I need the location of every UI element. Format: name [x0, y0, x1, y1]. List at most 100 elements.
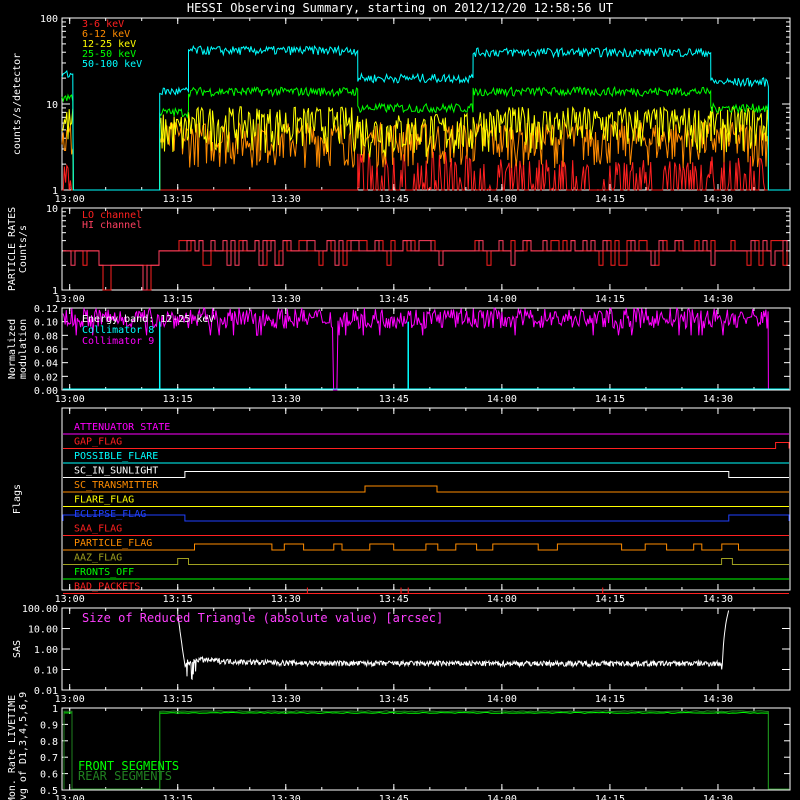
hessi-summary-plot: HESSI Observing Summary, starting on 201…: [0, 0, 800, 800]
livetime-x-tick-label: 14:00: [487, 794, 517, 800]
livetime-y-tick-label: 0.5: [40, 786, 58, 797]
particle-rates-x-tick-label: 13:30: [271, 294, 301, 305]
flags-y-label: Flags: [12, 484, 23, 514]
sas-y-tick-label: 0.10: [34, 666, 58, 677]
flags-label: ECLIPSE_FLAG: [74, 509, 146, 520]
particle-rates-y-label: Counts/s: [18, 225, 29, 273]
count-rates-x-tick-label: 14:00: [487, 194, 517, 205]
modulation-x-tick-label: 14:30: [703, 394, 733, 405]
flags-series-3: [63, 471, 789, 478]
flags-x-tick-label: 13:30: [271, 594, 301, 605]
flags-label: FLARE_FLAG: [74, 495, 134, 506]
modulation-y-tick-label: 0.02: [34, 372, 58, 383]
flags-label: PARTICLE_FLAG: [74, 538, 152, 549]
count-rates-legend-entry: 50-100 keV: [82, 59, 142, 70]
modulation-legend-entry: Collimator 9: [82, 336, 154, 347]
modulation-y-tick-label: 0.06: [34, 345, 58, 356]
modulation-y-label: modulation: [18, 319, 29, 379]
modulation-x-tick-label: 14:00: [487, 394, 517, 405]
flags-series-9: [63, 558, 789, 565]
count-rates-x-tick-label: 14:15: [595, 194, 625, 205]
livetime-y-tick-label: 0.7: [40, 753, 58, 764]
flags-label: SC_IN_SUNLIGHT: [74, 466, 158, 477]
particle-rates-legend-entry: HI channel: [82, 220, 142, 231]
count-rates-x-tick-label: 13:45: [379, 194, 409, 205]
count-rates-series-0: [62, 151, 790, 192]
sas-x-tick-label: 13:45: [379, 694, 409, 705]
livetime-y-label: Mon. Rate LIVETIME: [7, 695, 18, 800]
particle-rates-x-tick-label: 13:15: [163, 294, 193, 305]
sas-x-tick-label: 14:00: [487, 694, 517, 705]
livetime-series-1: [63, 710, 789, 790]
modulation-x-tick-label: 13:45: [379, 394, 409, 405]
modulation-y-tick-label: 0.00: [34, 386, 58, 397]
livetime-x-tick-label: 14:30: [703, 794, 733, 800]
flags-frame: [61, 407, 791, 591]
flags-label: SAA_FLAG: [74, 524, 122, 535]
livetime-legend-entry: REAR SEGMENTS: [78, 769, 172, 783]
livetime-series-0: [63, 711, 789, 790]
count-rates-y-label: counts/s/detector: [12, 53, 23, 155]
particle-rates-series-1: [63, 240, 788, 291]
sas-x-tick-label: 13:15: [163, 694, 193, 705]
flags-x-tick-label: 13:15: [163, 594, 193, 605]
flags-label: SC_TRANSMITTER: [74, 480, 159, 491]
count-rates-x-tick-label: 13:15: [163, 194, 193, 205]
count-rates-x-tick-label: 13:30: [271, 194, 301, 205]
count-rates-y-tick-label: 1: [52, 186, 58, 197]
sas-y-label: SAS: [12, 640, 23, 658]
flags-label: ATTENUATOR STATE: [74, 422, 170, 433]
plot-canvas: 13:00 13:15 13:30 13:45 14:00 14:15 14:30 count…: [7, 14, 791, 800]
sas-x-tick-label: 13:00: [55, 694, 85, 705]
particle-rates-x-tick-label: 14:15: [595, 294, 625, 305]
livetime-x-tick-label: 13:45: [379, 794, 409, 800]
flags-x-tick-label: 13:00: [55, 594, 85, 605]
livetime-y-tick-label: 0.6: [40, 770, 58, 781]
livetime-y-tick-label: 0.8: [40, 737, 58, 748]
livetime-x-tick-label: 13:30: [271, 794, 301, 800]
modulation-y-tick-label: 0.12: [34, 304, 58, 315]
flags-series-8: [63, 543, 789, 551]
modulation-x-tick-label: 13:15: [163, 394, 193, 405]
flags-label: POSSIBLE_FLARE: [74, 451, 158, 462]
flags-series-6: [62, 514, 790, 522]
flags-label: BAD_PACKETS: [74, 582, 140, 593]
count-rates-y-tick-label: 100: [40, 14, 58, 25]
count-rates-y-tick-label: 10: [46, 100, 58, 111]
sas-y-tick-label: 100.00: [22, 604, 58, 615]
modulation-y-label: Normalized: [7, 319, 18, 379]
modulation-annotation: Energy band: 12-25 keV: [82, 314, 214, 325]
livetime-y-tick-label: 1: [52, 704, 58, 715]
particle-rates-y-tick-label: 1: [52, 286, 58, 297]
livetime-x-tick-label: 13:00: [55, 794, 85, 800]
livetime-x-tick-label: 14:15: [595, 794, 625, 800]
count-rates-x-tick-label: 14:30: [703, 194, 733, 205]
sas-x-tick-label: 14:30: [703, 694, 733, 705]
particle-rates-series-0: [63, 240, 788, 291]
sas-annotation: Size of Reduced Triangle (absolute value…: [82, 611, 443, 625]
sas-x-tick-label: 14:15: [595, 694, 625, 705]
modulation-y-tick-label: 0.04: [34, 359, 58, 370]
modulation-x-tick-label: 13:30: [271, 394, 301, 405]
livetime-x-tick-label: 13:15: [163, 794, 193, 800]
particle-rates-x-tick-label: 13:00: [55, 294, 85, 305]
livetime-y-label: avg of D1,3,4,5,6,9: [18, 692, 29, 800]
sas-y-tick-label: 0.01: [34, 686, 58, 697]
particle-rates-y-tick-label: 10: [46, 204, 58, 215]
sas-y-tick-label: 1.00: [34, 645, 58, 656]
livetime-y-tick-label: 0.9: [40, 720, 58, 731]
count-rates-x-tick-label: 13:00: [55, 194, 85, 205]
particle-rates-y-label: PARTICLE RATES: [7, 207, 18, 291]
modulation-x-tick-label: 13:00: [55, 394, 85, 405]
particle-rates-x-tick-label: 14:30: [703, 294, 733, 305]
modulation-legend-entry: Collimator 8: [82, 325, 154, 336]
flags-x-tick-label: 13:45: [379, 594, 409, 605]
particle-rates-frame: [61, 207, 791, 291]
modulation-y-tick-label: 0.08: [34, 331, 58, 342]
particle-rates-x-tick-label: 13:45: [379, 294, 409, 305]
sas-x-tick-label: 13:30: [271, 694, 301, 705]
flags-x-tick-label: 14:00: [487, 594, 517, 605]
flags-label: AAZ_FLAG: [74, 553, 122, 564]
flags-series-4: [63, 485, 789, 493]
particle-rates-x-tick-label: 14:00: [487, 294, 517, 305]
